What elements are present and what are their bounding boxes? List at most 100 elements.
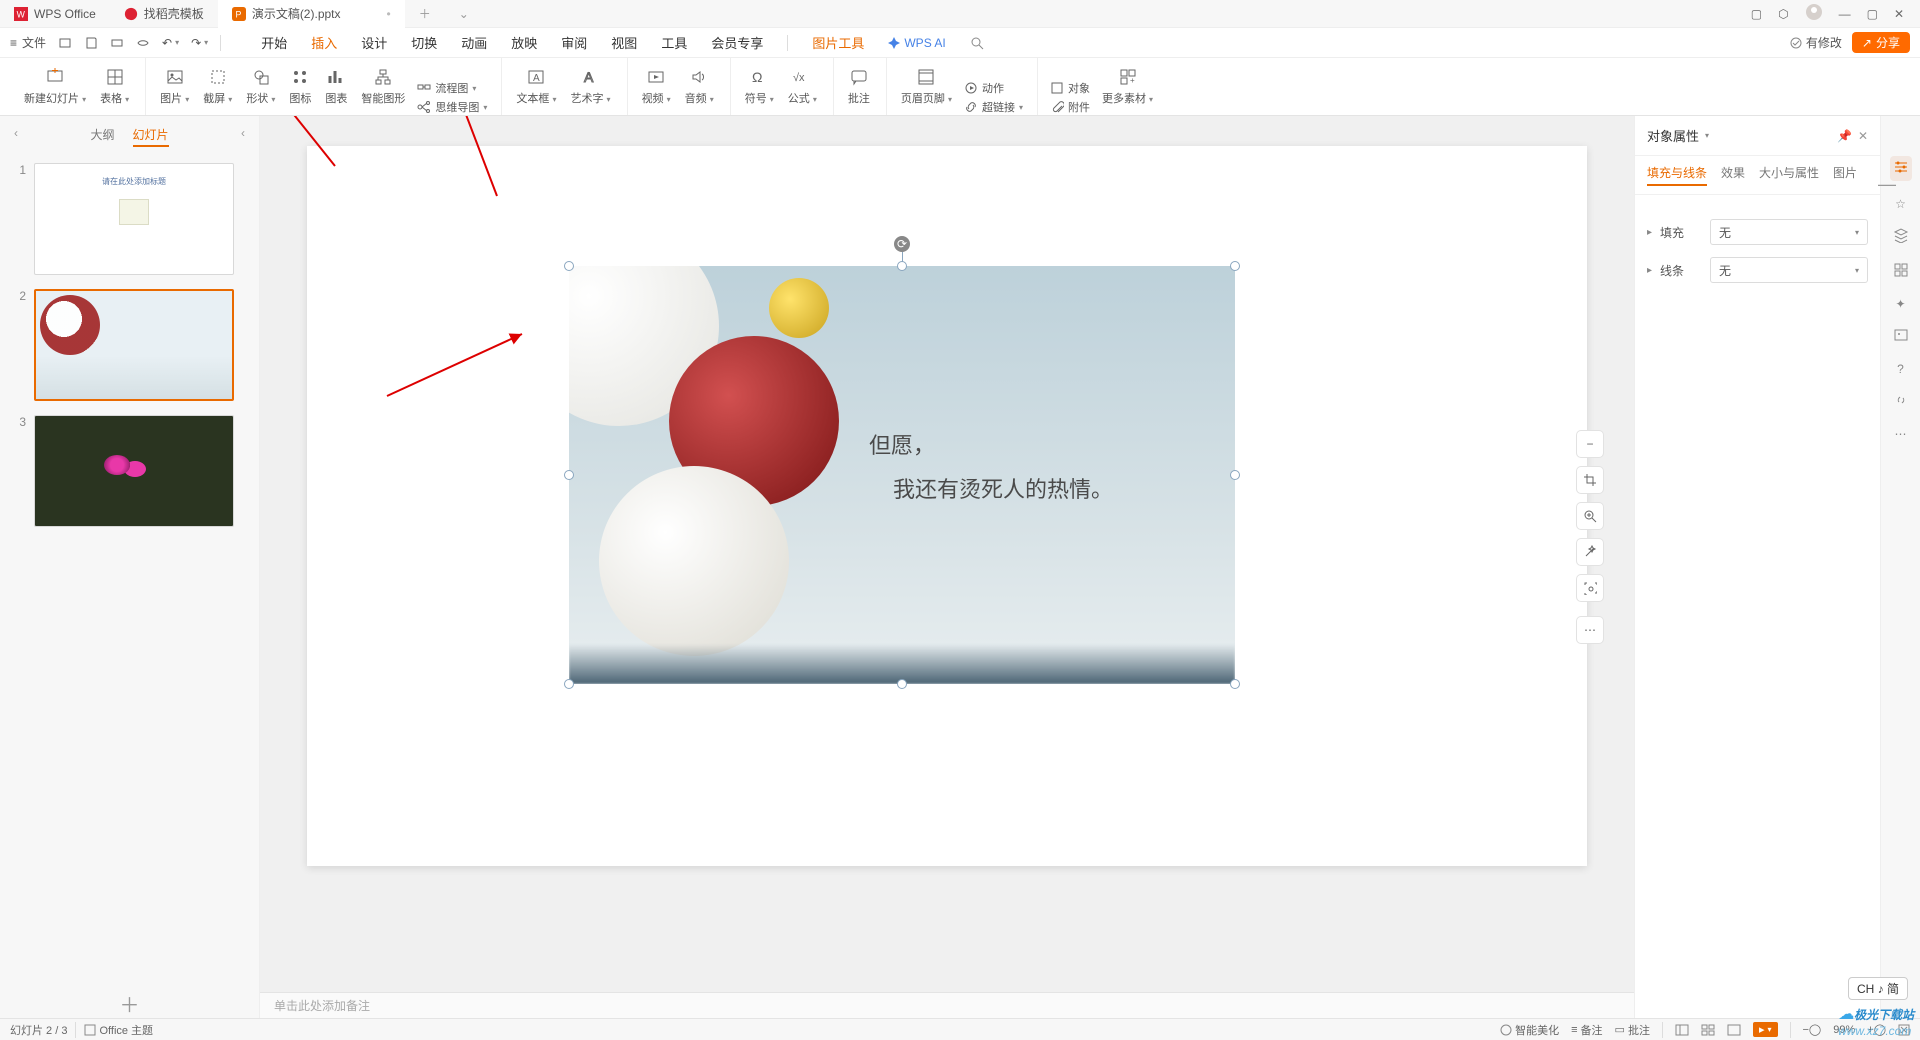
resize-handle[interactable] <box>897 261 907 271</box>
prop-tab-effect[interactable]: 效果 <box>1721 164 1745 186</box>
line-select[interactable]: 无▾ <box>1710 257 1868 283</box>
tool-magnify[interactable] <box>1576 502 1604 530</box>
tab-wps-office[interactable]: W WPS Office <box>0 0 110 28</box>
comments-toggle[interactable]: ▭ 批注 <box>1615 1022 1650 1038</box>
outline-collapse-right[interactable]: ‹ <box>241 126 245 140</box>
open-icon[interactable] <box>58 36 72 50</box>
window-layout-icon[interactable]: ▢ <box>1751 7 1762 21</box>
window-cube-icon[interactable]: ⬡ <box>1778 7 1788 21</box>
add-slide-button[interactable]: ＋ <box>0 989 259 1018</box>
tab-overflow[interactable]: ⌄ <box>445 0 483 28</box>
rotate-handle[interactable]: ⟳ <box>894 236 910 252</box>
thumb-1[interactable]: 1请在此处添加标题 <box>8 163 251 275</box>
print-icon[interactable] <box>110 36 124 50</box>
mindmap-button[interactable]: 思维导图 ▾ <box>417 99 487 115</box>
smart-beautify-button[interactable]: 智能美化 <box>1500 1022 1559 1038</box>
menu-transition[interactable]: 切换 <box>411 29 437 56</box>
new-tab-button[interactable]: ＋ <box>405 0 445 28</box>
share-button[interactable]: ↗分享 <box>1852 32 1910 53</box>
view-sorter-icon[interactable] <box>1701 1024 1715 1036</box>
rail-layers-icon[interactable] <box>1893 227 1909 246</box>
tool-focus[interactable] <box>1576 574 1604 602</box>
chevron-right-icon[interactable]: ▸ <box>1647 227 1652 238</box>
comment-button[interactable]: 批注 <box>846 58 872 115</box>
menu-tools[interactable]: 工具 <box>661 29 687 56</box>
textbox-button[interactable]: A文本框 ▾ <box>514 58 558 115</box>
chart-button[interactable]: 图表 <box>323 58 349 115</box>
preview-icon[interactable] <box>136 36 150 50</box>
object-button[interactable]: 对象 <box>1050 80 1090 96</box>
audio-button[interactable]: 音频 ▾ <box>683 58 716 115</box>
tab-slides[interactable]: 幻灯片 <box>133 126 169 147</box>
thumb-2[interactable]: 2 <box>8 289 251 401</box>
thumb-3[interactable]: 3 <box>8 415 251 527</box>
resize-handle[interactable] <box>564 679 574 689</box>
hyperlink-button[interactable]: 超链接 ▾ <box>964 99 1023 115</box>
icon-button[interactable]: 图标 <box>287 58 313 115</box>
flowchart-button[interactable]: 流程图 ▾ <box>417 80 487 96</box>
wps-ai-button[interactable]: WPS AI <box>888 36 945 50</box>
search-icon[interactable] <box>970 36 984 50</box>
menu-member[interactable]: 会员专享 <box>711 29 763 56</box>
notes-input[interactable]: 单击此处添加备注 <box>260 992 1634 1018</box>
rail-link-icon[interactable] <box>1893 392 1909 411</box>
more-assets-button[interactable]: +更多素材 ▾ <box>1100 58 1155 115</box>
menu-picture-tools[interactable]: 图片工具 <box>812 29 864 56</box>
video-button[interactable]: 视频 ▾ <box>640 58 673 115</box>
tab-current-doc[interactable]: P 演示文稿(2).pptx • <box>218 0 405 28</box>
tool-zoom-out[interactable]: − <box>1576 430 1604 458</box>
save-icon[interactable] <box>84 36 98 50</box>
resize-handle[interactable] <box>564 470 574 480</box>
symbol-button[interactable]: Ω符号 ▾ <box>743 58 776 115</box>
rail-more-icon[interactable]: ⋯ <box>1895 427 1907 441</box>
fill-select[interactable]: 无▾ <box>1710 219 1868 245</box>
resize-handle[interactable] <box>1230 261 1240 271</box>
user-avatar[interactable] <box>1805 3 1823 24</box>
attachment-button[interactable]: 附件 <box>1050 99 1090 115</box>
header-footer-button[interactable]: 页眉页脚 ▾ <box>899 58 954 115</box>
selected-image[interactable]: 但愿， 我还有烫死人的热情。 <box>569 266 1235 684</box>
panel-collapse-button[interactable]: — <box>1878 174 1896 195</box>
screenshot-button[interactable]: 截屏 ▾ <box>201 58 234 115</box>
window-minimize[interactable]: — <box>1839 7 1851 21</box>
tool-more[interactable]: ⋯ <box>1576 616 1604 644</box>
menu-design[interactable]: 设计 <box>361 29 387 56</box>
undo-icon[interactable]: ↶▾ <box>162 36 179 50</box>
smartart-button[interactable]: 智能图形 <box>359 58 407 115</box>
tab-outline[interactable]: 大纲 <box>90 126 114 147</box>
rail-help-icon[interactable]: ? <box>1897 362 1904 376</box>
prop-tab-picture[interactable]: 图片 <box>1833 164 1857 186</box>
table-button[interactable]: 表格 ▾ <box>98 58 131 115</box>
tool-crop[interactable] <box>1576 466 1604 494</box>
rail-image-icon[interactable] <box>1893 327 1909 346</box>
theme-label[interactable]: Office 主题 <box>84 1022 153 1038</box>
prop-tab-fill[interactable]: 填充与线条 <box>1647 164 1707 186</box>
notes-toggle[interactable]: ≡ 备注 <box>1571 1022 1602 1038</box>
chevron-right-icon[interactable]: ▸ <box>1647 265 1652 276</box>
redo-icon[interactable]: ↷▾ <box>191 36 208 50</box>
rail-magic-icon[interactable]: ✦ <box>1895 297 1905 311</box>
action-button[interactable]: 动作 <box>964 80 1023 96</box>
menu-review[interactable]: 审阅 <box>561 29 587 56</box>
shape-button[interactable]: 形状 ▾ <box>244 58 277 115</box>
prop-tab-size[interactable]: 大小与属性 <box>1759 164 1819 186</box>
view-normal-icon[interactable] <box>1675 1024 1689 1036</box>
file-menu[interactable]: ≡文件 <box>10 34 46 51</box>
has-changes-button[interactable]: 有修改 <box>1789 34 1842 51</box>
slideshow-button[interactable]: ▸ ▾ <box>1753 1022 1778 1037</box>
menu-insert[interactable]: 插入 <box>311 29 337 56</box>
rail-grid-icon[interactable] <box>1893 262 1909 281</box>
resize-handle[interactable] <box>1230 470 1240 480</box>
tool-wand[interactable] <box>1576 538 1604 566</box>
menu-start[interactable]: 开始 <box>261 29 287 56</box>
resize-handle[interactable] <box>1230 679 1240 689</box>
tab-templates[interactable]: 找稻壳模板 <box>110 0 218 28</box>
outline-collapse-left[interactable]: ‹ <box>14 126 18 140</box>
menu-animation[interactable]: 动画 <box>461 29 487 56</box>
wordart-button[interactable]: A艺术字 ▾ <box>568 58 612 115</box>
view-reading-icon[interactable] <box>1727 1024 1741 1036</box>
equation-button[interactable]: √x公式 ▾ <box>786 58 819 115</box>
ime-badge[interactable]: CH ♪ 简 <box>1848 977 1908 1000</box>
rail-star-icon[interactable]: ☆ <box>1895 197 1906 211</box>
resize-handle[interactable] <box>564 261 574 271</box>
